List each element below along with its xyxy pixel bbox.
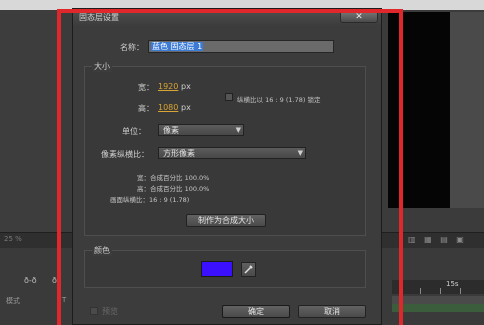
height-label: 高： [138, 104, 154, 113]
time-ruler[interactable] [392, 280, 484, 294]
color-section-label: 颜色 [92, 245, 112, 256]
mode-column-header: 模式 [6, 297, 20, 305]
zoom-level[interactable]: 25 % [4, 235, 22, 243]
preview-checkbox[interactable] [90, 307, 98, 315]
name-field[interactable]: 蓝色 固态层 1 [148, 40, 334, 53]
info-height-percent: 高：合成百分比 100.0% [137, 185, 210, 193]
timeline-tool-icon[interactable]: ð-ð [24, 276, 37, 285]
dialog-title: 固态层设置 [79, 13, 119, 22]
layer-track[interactable] [392, 296, 484, 304]
pixel-aspect-value: 方形像素 [163, 149, 195, 158]
lock-aspect-label: 纵横比以 16 : 9 (1.78) 锁定 [237, 96, 321, 104]
ruler-tick [440, 288, 441, 294]
size-section-label: 大小 [92, 61, 112, 72]
dialog-titlebar[interactable] [73, 9, 381, 25]
eyedropper-icon [244, 265, 253, 274]
ruler-tick [460, 288, 461, 294]
ruler-tick [400, 288, 401, 294]
right-panel [450, 12, 484, 208]
close-icon: ✕ [355, 12, 363, 22]
info-frame-aspect: 画面纵横比：16 : 9 (1.78) [110, 196, 190, 204]
timeline-tool-icon[interactable]: ð [52, 276, 57, 285]
chevron-down-icon: ▼ [297, 149, 303, 157]
info-width-percent: 宽：合成百分比 100.0% [137, 174, 210, 182]
height-unit: px [181, 103, 191, 112]
cancel-button[interactable]: 取消 [298, 305, 366, 318]
pixel-aspect-dropdown[interactable]: 方形像素 ▼ [158, 147, 306, 159]
width-unit: px [181, 82, 191, 91]
units-label: 单位： [122, 127, 146, 136]
name-label: 名称： [120, 43, 144, 52]
make-comp-size-button[interactable]: 制作为合成大小 [186, 214, 266, 227]
time-marker-label: 15s [446, 280, 459, 288]
name-value: 蓝色 固态层 1 [151, 42, 204, 51]
ruler-tick [420, 288, 421, 294]
left-panel [0, 10, 60, 235]
close-button[interactable]: ✕ [340, 10, 378, 23]
ok-button[interactable]: 确定 [222, 305, 290, 318]
color-swatch[interactable] [201, 261, 233, 277]
height-value[interactable]: 1080 [158, 103, 178, 112]
t-column-header: T [62, 296, 67, 304]
eyedropper-button[interactable] [241, 262, 256, 277]
units-value: 像素 [163, 126, 179, 135]
layer-bar[interactable] [392, 304, 484, 312]
preview-label: 预览 [102, 307, 118, 316]
width-label: 宽： [138, 83, 154, 92]
units-dropdown[interactable]: 像素 ▼ [158, 124, 244, 136]
composition-viewer [388, 12, 450, 208]
chevron-down-icon: ▼ [235, 126, 241, 134]
pixel-aspect-label: 像素纵横比： [101, 150, 149, 159]
viewer-options-icons[interactable]: ▥ ▦ ▤ ▣ [408, 235, 467, 244]
lock-aspect-checkbox[interactable] [225, 93, 233, 101]
width-value[interactable]: 1920 [158, 82, 178, 91]
